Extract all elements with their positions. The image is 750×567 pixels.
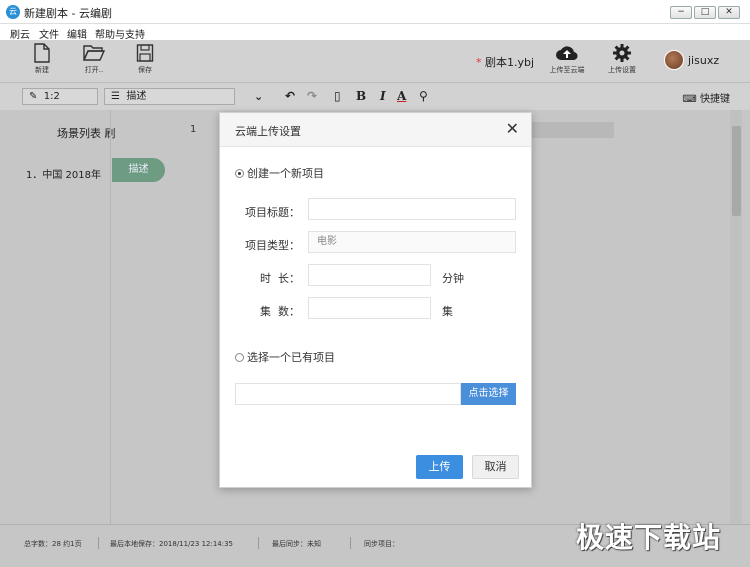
existing-project-input[interactable] <box>235 383 461 405</box>
upload-cloud-button[interactable]: 上传至云端 <box>543 43 591 75</box>
save-disk-icon <box>136 44 154 62</box>
episodes-input[interactable] <box>308 297 431 319</box>
upload-cloud-label: 上传至云端 <box>549 66 585 74</box>
folder-open-icon <box>83 45 105 61</box>
dialog-title: 云端上传设置 <box>235 125 301 138</box>
word-count: 总字数：28 约1页 <box>24 540 82 548</box>
project-type-label: 项目类型： <box>245 239 300 252</box>
menu-bar: 刷云 文件 编辑 帮助与支持 <box>0 24 750 41</box>
scene-list-item[interactable]: 1．中国 2018年 <box>26 166 101 181</box>
style-select[interactable]: ☰ 描述 <box>104 88 235 105</box>
gear-icon <box>613 44 631 62</box>
new-file-icon <box>34 43 50 63</box>
format-bar: ✎ 1:2 ☰ 描述 ⌄ ↶ ↷ ▯ B I A ⚲ ⌨ 快捷键 <box>0 82 750 110</box>
upload-settings-button[interactable]: 上传设置 <box>600 43 644 75</box>
search-icon[interactable]: ⚲ <box>419 89 428 104</box>
open-label: 打开.. <box>84 66 104 74</box>
new-label: 新建 <box>35 66 49 74</box>
sync-project: 同步项目： <box>364 540 399 548</box>
italic-button[interactable]: I <box>380 89 386 104</box>
username: jisuxz <box>688 54 720 67</box>
project-title-label: 项目标题： <box>245 206 300 219</box>
save-button[interactable]: 保存 <box>125 43 165 75</box>
avatar <box>664 50 684 70</box>
menu-item-edit[interactable]: 编辑 <box>67 26 87 41</box>
scroll-thumb[interactable] <box>732 126 741 216</box>
menu-item-shuayun[interactable]: 刷云 <box>10 26 30 41</box>
menu-item-file[interactable]: 文件 <box>39 26 59 41</box>
radio-existing-project-label: 选择一个已有项目 <box>247 351 335 364</box>
line-number: 1 <box>190 124 197 135</box>
edit-icon: ✎ <box>29 91 38 102</box>
radio-existing-project[interactable]: 选择一个已有项目 <box>235 349 335 365</box>
duration-unit: 分钟 <box>442 272 464 285</box>
radio-create-new-label: 创建一个新项目 <box>247 167 324 180</box>
save-label: 保存 <box>138 66 152 74</box>
last-sync: 最后同步：未知 <box>272 540 321 548</box>
title-bar: 云 新建剧本 - 云编剧 − □ ✕ <box>0 0 750 24</box>
list-icon: ☰ <box>111 91 120 102</box>
dialog-close-icon[interactable]: ✕ <box>506 121 519 137</box>
dialog-header: 云端上传设置 ✕ <box>220 113 531 147</box>
cancel-button[interactable]: 取消 <box>472 455 519 479</box>
radio-selected-icon <box>235 169 244 178</box>
open-button[interactable]: 打开.. <box>74 43 114 75</box>
status-divider <box>98 537 99 549</box>
element-type-tag[interactable]: 描述 <box>112 158 165 182</box>
maximize-button[interactable]: □ <box>694 6 716 19</box>
text-color-button[interactable]: A <box>397 89 406 104</box>
editor-highlight-bar <box>530 122 614 138</box>
chevron-down-icon[interactable]: ⌄ <box>254 89 263 104</box>
shortcut-button[interactable]: ⌨ 快捷键 <box>682 90 730 105</box>
status-divider <box>350 537 351 549</box>
upload-button[interactable]: 上传 <box>416 455 463 479</box>
ratio-box[interactable]: ✎ 1:2 <box>22 88 98 105</box>
unsaved-marker: * <box>476 56 482 69</box>
pick-project-button[interactable]: 点击选择 <box>461 383 516 405</box>
style-select-value: 描述 <box>126 91 147 102</box>
vertical-scrollbar[interactable] <box>730 110 742 524</box>
duration-input[interactable] <box>308 264 431 286</box>
upload-settings-label: 上传设置 <box>608 66 636 74</box>
new-button[interactable]: 新建 <box>22 43 62 75</box>
redo-icon[interactable]: ↷ <box>307 89 317 104</box>
scene-list-title-text: 场景列表 <box>57 127 101 140</box>
close-button[interactable]: ✕ <box>718 6 740 19</box>
radio-unselected-icon <box>235 353 244 362</box>
page-icon[interactable]: ▯ <box>334 89 341 104</box>
radio-create-new[interactable]: 创建一个新项目 <box>235 165 324 181</box>
episodes-label: 集 数： <box>260 305 300 318</box>
sidebar-divider <box>110 110 111 524</box>
duration-label: 时 长： <box>260 272 300 285</box>
minimize-button[interactable]: − <box>670 6 692 19</box>
upload-settings-dialog: 云端上传设置 ✕ 创建一个新项目 项目标题： 项目类型： 电影 时 长： 分钟 … <box>219 112 532 488</box>
script-filename: * 剧本1.ybj <box>476 54 534 70</box>
ratio-value: 1:2 <box>43 91 60 102</box>
keyboard-icon: ⌨ <box>682 94 697 105</box>
cloud-upload-icon <box>556 46 578 61</box>
scene-list-title: 场景列表 刷 <box>57 125 116 141</box>
shortcut-label: 快捷键 <box>700 94 730 105</box>
episodes-unit: 集 <box>442 305 453 318</box>
bold-button[interactable]: B <box>356 89 366 104</box>
status-divider <box>258 537 259 549</box>
script-filename-text: 剧本1.ybj <box>485 56 535 69</box>
undo-icon[interactable]: ↶ <box>285 89 295 104</box>
main-toolbar: 新建 打开.. 保存 * 剧本1.ybj 上传至云端 上传设置 jisuxz <box>0 40 750 82</box>
menu-item-help[interactable]: 帮助与支持 <box>95 26 145 41</box>
last-save-time: 最后本地保存：2018/11/23 12:14:35 <box>110 540 234 548</box>
app-logo-icon: 云 <box>6 5 20 19</box>
watermark-text: 极速下载站 <box>576 521 722 554</box>
project-type-select[interactable]: 电影 <box>308 231 516 253</box>
window-title: 新建剧本 - 云编剧 <box>24 7 112 20</box>
project-title-input[interactable] <box>308 198 516 220</box>
